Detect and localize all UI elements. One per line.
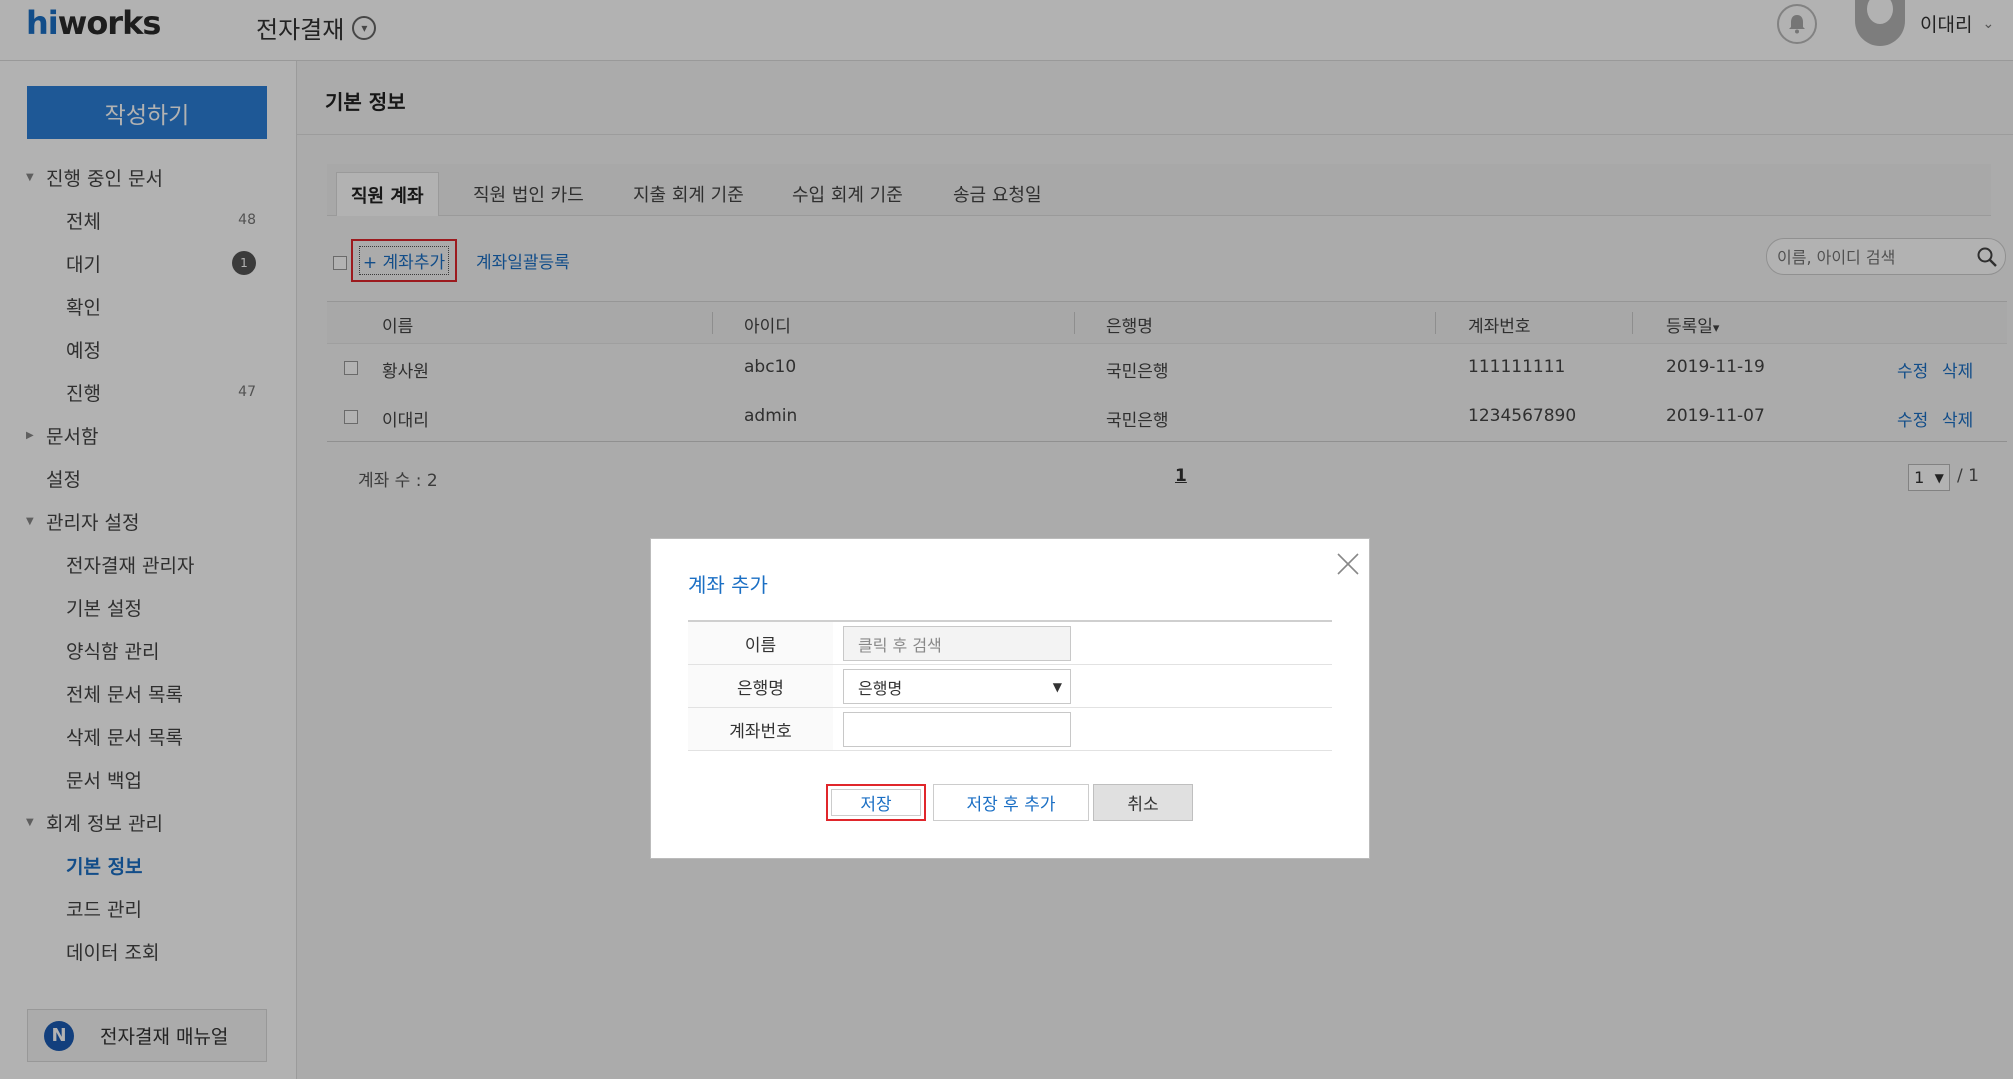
dialog-buttons: 저장 저장 후 추가 취소 [651,784,1371,824]
account-number-input[interactable] [843,712,1071,747]
add-account-dialog: 계좌 추가 이름 클릭 후 검색 은행명 은행명 ▼ 계좌번호 저장 저장 후 추… [650,538,1370,859]
form-row-bank: 은행명 은행명 ▼ [688,665,1332,708]
caret-down-icon: ▼ [1052,679,1062,694]
save-and-add-button[interactable]: 저장 후 추가 [933,784,1089,821]
field-label: 계좌번호 [688,708,833,750]
form-row-account: 계좌번호 [688,708,1332,751]
dialog-title: 계좌 추가 [688,573,768,597]
account-form: 이름 클릭 후 검색 은행명 은행명 ▼ 계좌번호 [688,620,1332,751]
save-button[interactable]: 저장 [826,784,926,821]
field-label: 이름 [688,622,833,664]
field-label: 은행명 [688,665,833,707]
bank-select[interactable]: 은행명 ▼ [843,669,1071,704]
name-search-field[interactable]: 클릭 후 검색 [843,626,1071,661]
cancel-button[interactable]: 취소 [1093,784,1193,821]
form-row-name: 이름 클릭 후 검색 [688,622,1332,665]
close-icon[interactable] [1335,551,1361,577]
